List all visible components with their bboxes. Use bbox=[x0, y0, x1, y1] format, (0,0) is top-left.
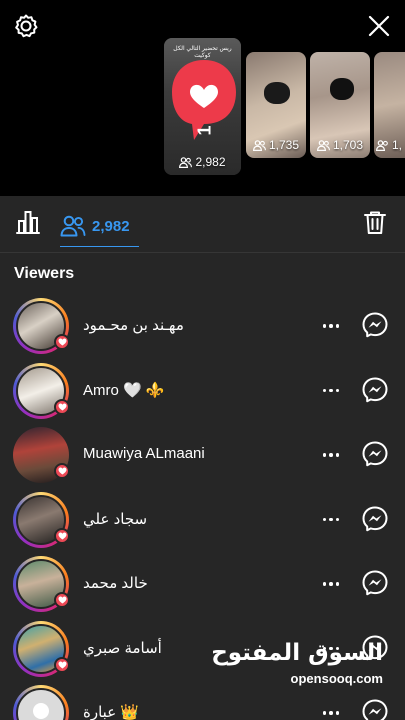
more-options-button[interactable] bbox=[318, 576, 344, 592]
delete-story-button[interactable] bbox=[361, 208, 389, 236]
viewer-row[interactable]: خالد محمد bbox=[0, 552, 405, 617]
like-count: 1 bbox=[194, 125, 215, 136]
heart-badge-icon bbox=[54, 463, 70, 479]
tab-insights[interactable] bbox=[14, 208, 46, 238]
story-view-count: 1, bbox=[374, 138, 405, 152]
heart-badge-icon bbox=[54, 527, 70, 544]
story-view-count: 1,703 bbox=[310, 138, 370, 152]
viewer-name: Amro 🤍 ⚜️ bbox=[83, 381, 165, 399]
watermark-english: opensooq.com bbox=[290, 671, 383, 686]
active-tab-indicator bbox=[60, 246, 139, 247]
viewer-row[interactable]: Muawiya ALmaani bbox=[0, 423, 405, 488]
sheet-divider bbox=[0, 252, 405, 253]
close-button[interactable] bbox=[363, 10, 395, 42]
message-button[interactable] bbox=[361, 569, 389, 597]
story-header: ريس تحضير التالي الكل كوكيت 1 2,982 1,73… bbox=[0, 0, 405, 196]
avatar[interactable] bbox=[13, 362, 70, 419]
heart-badge-icon bbox=[54, 656, 70, 673]
viewers-icon bbox=[179, 156, 193, 168]
viewers-tab-count: 2,982 bbox=[92, 217, 130, 235]
viewer-row[interactable]: عبارة 👑 bbox=[0, 681, 405, 720]
viewers-icon bbox=[316, 139, 330, 151]
story-figure bbox=[330, 78, 354, 100]
messenger-icon bbox=[362, 441, 388, 467]
story-thumbnail[interactable]: 1, bbox=[374, 52, 405, 158]
more-options-button[interactable] bbox=[318, 383, 344, 399]
message-button[interactable] bbox=[361, 440, 389, 468]
viewer-name: مهـند بن محـمود bbox=[83, 317, 184, 334]
settings-button[interactable] bbox=[10, 10, 42, 42]
more-options-button[interactable] bbox=[318, 705, 344, 720]
heart-badge-icon bbox=[54, 592, 70, 608]
viewer-name: سجاد علي bbox=[83, 510, 148, 528]
story-view-count: 2,982 bbox=[164, 155, 241, 169]
viewer-name: خالد محمد bbox=[83, 575, 148, 592]
messenger-icon bbox=[362, 570, 388, 596]
message-button[interactable] bbox=[361, 376, 389, 404]
story-figure bbox=[264, 82, 290, 104]
story-thumbnail[interactable]: 1,703 bbox=[310, 52, 370, 158]
story-overlay-text: ريس تحضير التالي الكل كوكيت bbox=[173, 46, 232, 60]
story-thumbnail[interactable]: 1,735 bbox=[246, 52, 306, 158]
story-view-count-label: 1,703 bbox=[332, 138, 364, 152]
heart-badge-icon bbox=[54, 398, 70, 415]
viewer-name: Muawiya ALmaani bbox=[83, 445, 205, 462]
viewer-row[interactable]: سجاد علي bbox=[0, 488, 405, 553]
more-options-button[interactable] bbox=[318, 447, 344, 463]
messenger-icon bbox=[362, 506, 388, 531]
avatar[interactable] bbox=[13, 556, 70, 612]
sheet-tabs: 2,982 bbox=[0, 196, 405, 252]
watermark: السوق المفتوح opensooq.com bbox=[211, 640, 383, 687]
messenger-icon bbox=[362, 377, 388, 402]
heart-badge-icon bbox=[54, 334, 70, 350]
viewer-name: أسامة صبري bbox=[83, 639, 162, 657]
story-thumbnail-active[interactable]: ريس تحضير التالي الكل كوكيت 1 2,982 bbox=[164, 38, 241, 175]
watermark-arabic: السوق المفتوح bbox=[211, 640, 383, 666]
viewer-name: عبارة 👑 bbox=[83, 704, 140, 720]
story-view-count-label: 1, bbox=[392, 138, 403, 152]
default-avatar-icon bbox=[33, 703, 49, 719]
story-view-count-label: 2,982 bbox=[195, 155, 226, 169]
avatar[interactable] bbox=[13, 620, 70, 677]
viewers-icon bbox=[60, 215, 86, 237]
bar-chart-icon bbox=[16, 211, 40, 234]
viewer-row[interactable]: Amro 🤍 ⚜️ bbox=[0, 359, 405, 424]
close-icon bbox=[368, 15, 390, 37]
message-button[interactable] bbox=[361, 311, 389, 339]
avatar[interactable] bbox=[13, 427, 70, 483]
story-view-count-label: 1,735 bbox=[268, 138, 300, 152]
more-options-button[interactable] bbox=[318, 318, 344, 334]
viewers-icon bbox=[376, 139, 388, 151]
section-title: Viewers bbox=[14, 265, 75, 282]
trash-icon bbox=[364, 211, 386, 234]
viewer-row[interactable]: مهـند بن محـمود bbox=[0, 294, 405, 359]
story-view-count: 1,735 bbox=[246, 138, 306, 152]
active-story-caret bbox=[196, 172, 210, 175]
gear-icon bbox=[15, 14, 38, 38]
messenger-icon bbox=[362, 312, 388, 338]
messenger-icon bbox=[362, 699, 388, 720]
tab-viewers[interactable]: 2,982 bbox=[60, 206, 140, 246]
more-options-button[interactable] bbox=[318, 512, 344, 528]
avatar[interactable] bbox=[13, 685, 69, 720]
avatar[interactable] bbox=[13, 491, 70, 548]
avatar[interactable] bbox=[13, 298, 70, 354]
message-button[interactable] bbox=[361, 698, 389, 720]
viewers-icon bbox=[252, 139, 266, 151]
message-button[interactable] bbox=[361, 505, 389, 533]
